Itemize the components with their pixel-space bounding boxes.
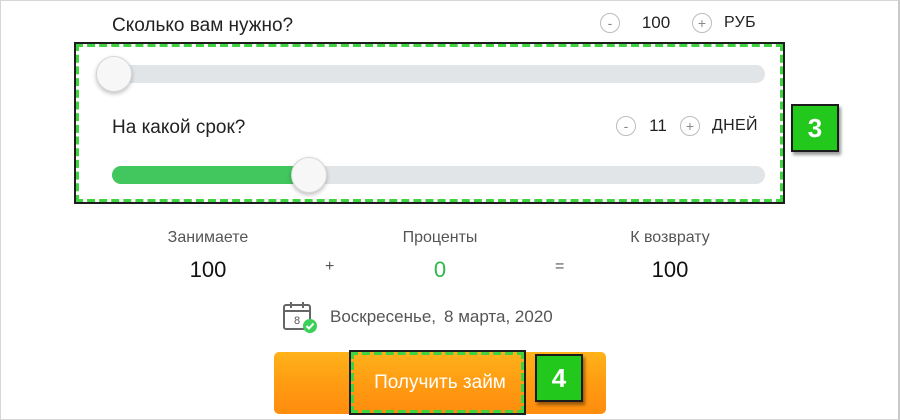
summary-plus-sign: +: [325, 258, 335, 275]
amount-minus-button[interactable]: -: [600, 13, 620, 33]
amount-value[interactable]: 100: [620, 13, 692, 33]
due-date-row: 8 Воскресенье, 8 марта, 2020: [282, 300, 553, 334]
amount-plus-button[interactable]: +: [692, 13, 712, 33]
annotation-frame-sliders: [74, 42, 785, 204]
amount-question: Сколько вам нужно?: [112, 15, 294, 36]
summary-interest-label: Проценты: [402, 229, 478, 246]
summary-borrow: Занимаете 100: [128, 229, 288, 283]
summary-borrow-label: Занимаете: [167, 229, 249, 246]
annotation-badge-4: 4: [535, 354, 583, 402]
calendar-check-icon: 8: [283, 302, 317, 333]
amount-stepper: - 100 + РУБ: [600, 13, 756, 33]
calendar-day-number: 8: [294, 315, 300, 327]
summary-equals-sign: =: [555, 258, 565, 275]
summary-return-label: К возврату: [630, 229, 710, 246]
summary-return-value: 100: [651, 257, 689, 282]
due-date-value: 8 марта, 2020: [444, 307, 553, 326]
summary-interest-value: 0: [433, 257, 447, 282]
summary-return: К возврату 100: [590, 229, 750, 283]
summary-interest: Проценты 0: [360, 229, 520, 283]
summary-borrow-value: 100: [189, 257, 227, 282]
amount-unit: РУБ: [724, 14, 756, 31]
due-date-weekday: Воскресенье,: [330, 307, 437, 326]
annotation-frame-button: [349, 350, 526, 415]
annotation-badge-3: 3: [791, 104, 839, 152]
